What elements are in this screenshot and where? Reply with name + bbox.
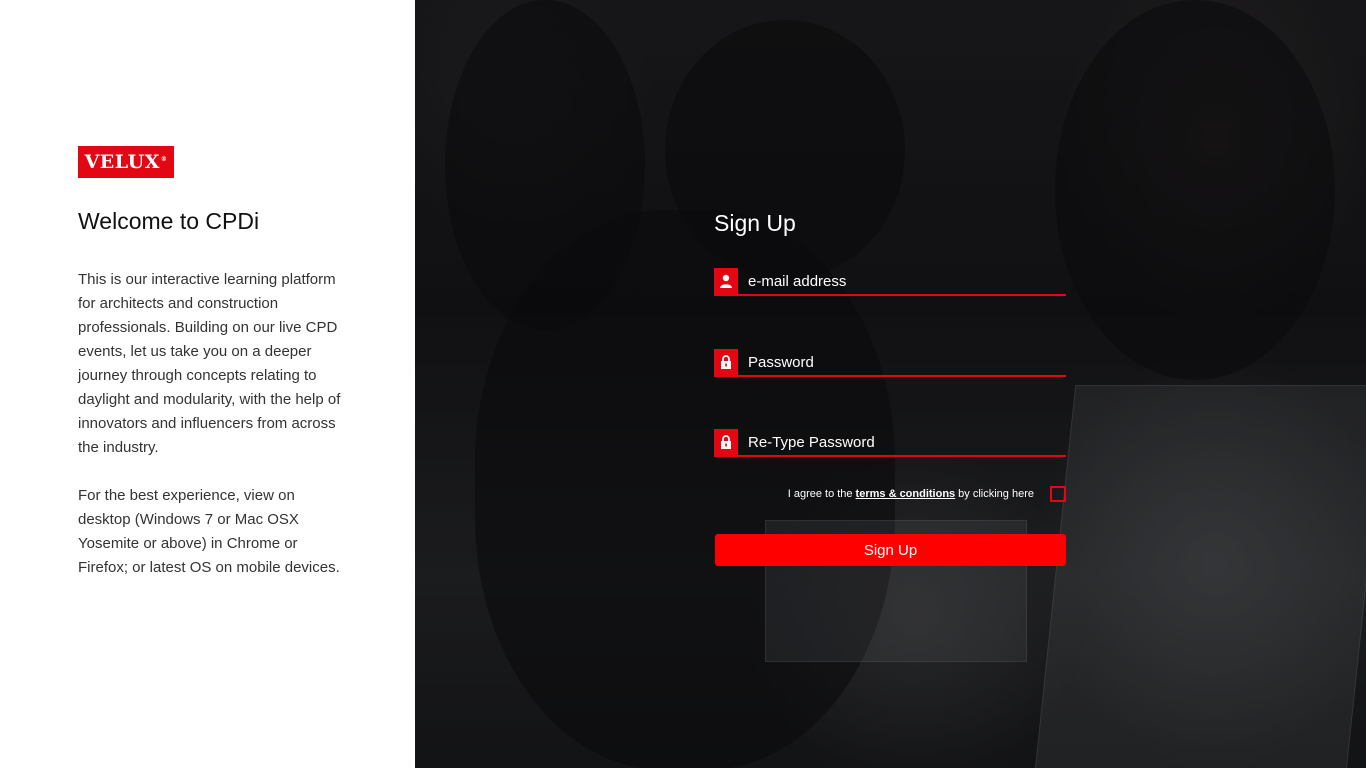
welcome-title: Welcome to CPDi <box>78 208 260 234</box>
terms-link[interactable]: terms & conditions <box>856 488 956 500</box>
terms-suffix: by clicking here <box>958 488 1034 500</box>
email-input[interactable] <box>738 269 1066 293</box>
logo-text: VELUX <box>84 151 160 173</box>
signup-title: Sign Up <box>714 210 796 236</box>
terms-prefix: I agree to the <box>787 488 853 500</box>
password-field <box>714 349 1066 377</box>
terms-checkbox[interactable] <box>1050 486 1066 502</box>
dark-overlay <box>415 0 1366 768</box>
user-icon <box>714 268 738 294</box>
velux-logo: VELUX ® <box>78 146 174 178</box>
intro-panel: VELUX ® Welcome to CPDi This is our inter… <box>0 0 415 768</box>
browser-note: For the best experience, view on desktop… <box>78 487 340 576</box>
lock-icon <box>714 429 738 455</box>
signup-panel: Sign Up e-mail address I agree to the te… <box>415 0 1366 768</box>
signup-button[interactable]: Sign Up <box>715 534 1066 566</box>
signup-page: VELUX ® Welcome to CPDi This is our inter… <box>0 0 1366 768</box>
signup-form: Sign Up e-mail address I agree to the te… <box>714 210 1066 566</box>
retype-password-field <box>714 429 1066 457</box>
logo-trademark: ® <box>160 155 168 163</box>
lock-icon <box>714 349 738 375</box>
retype-password-input[interactable] <box>738 430 1066 454</box>
terms-agreement: I agree to the terms & conditions by cli… <box>788 486 1066 502</box>
password-input[interactable] <box>738 350 1066 374</box>
email-field <box>714 268 1066 296</box>
intro-description: This is our interactive learning platfor… <box>78 271 341 456</box>
